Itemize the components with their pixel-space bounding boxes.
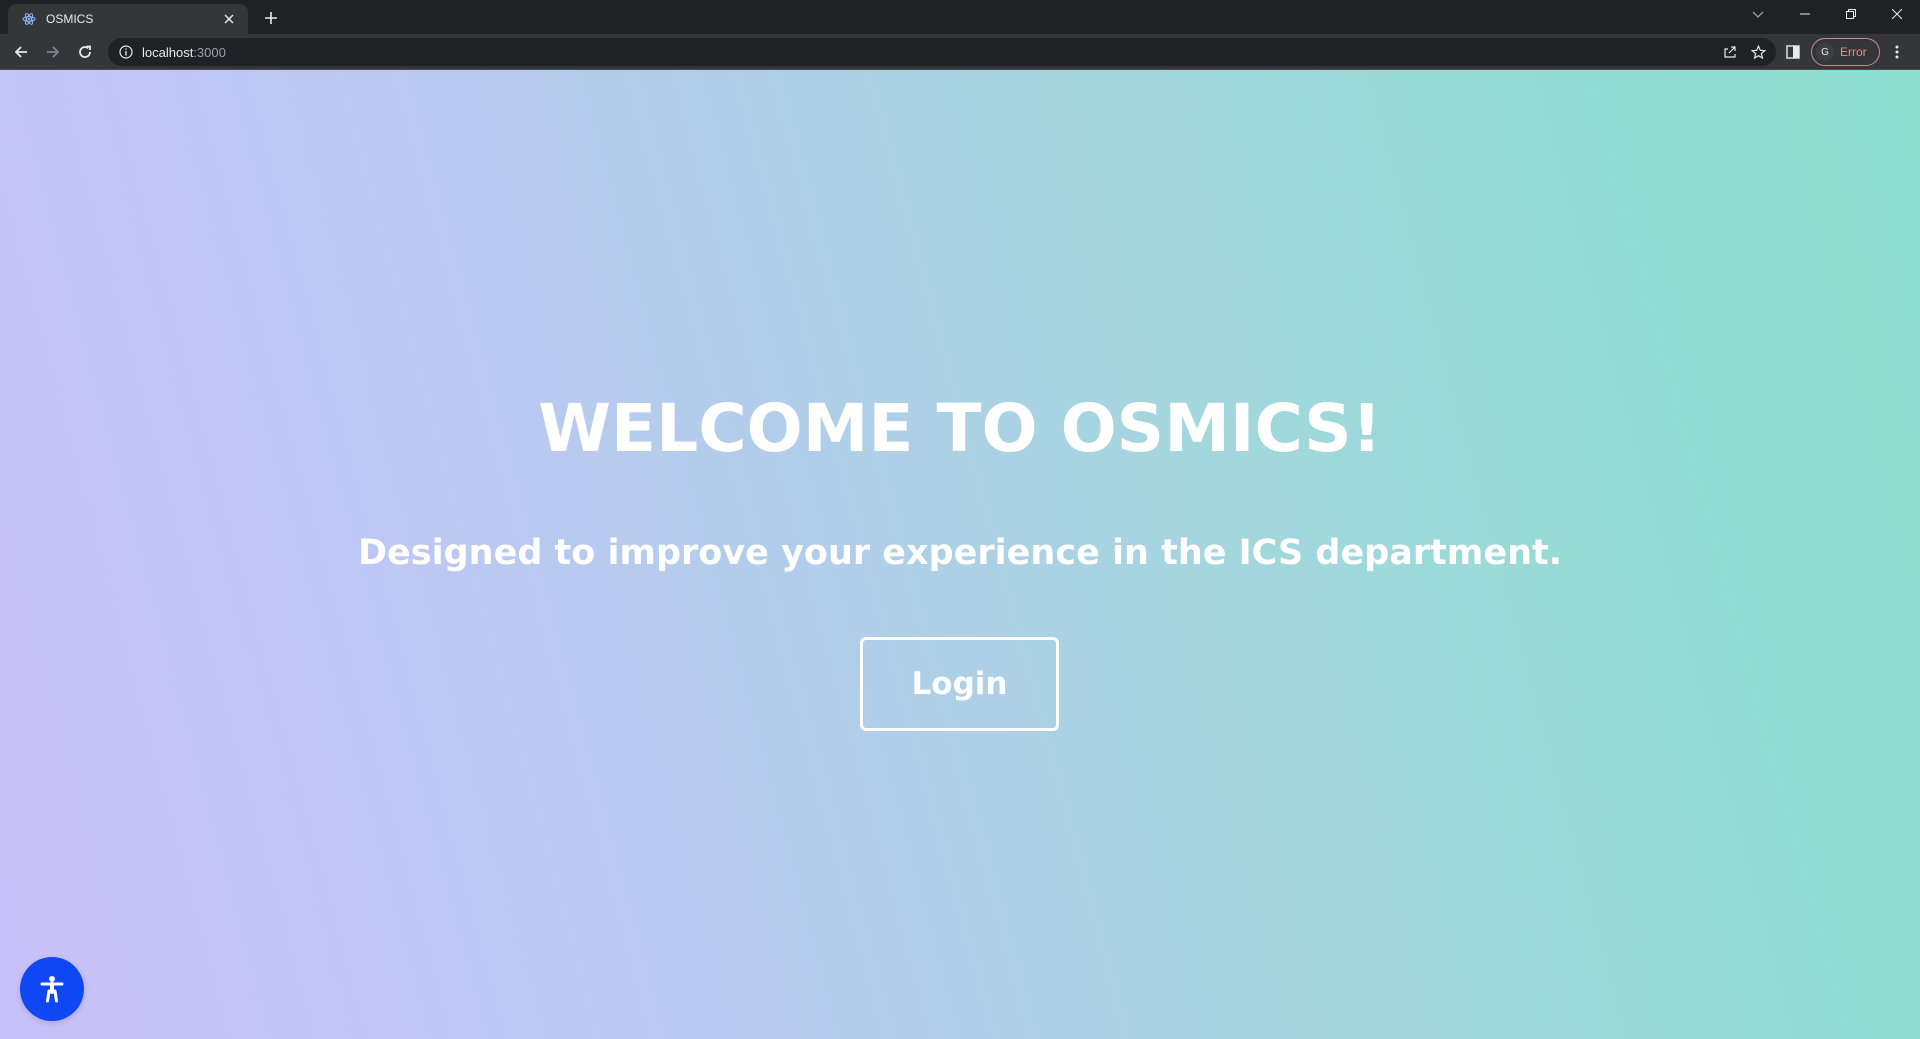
close-icon <box>1892 9 1902 19</box>
kebab-menu-icon <box>1895 45 1899 59</box>
back-button[interactable] <box>8 39 34 65</box>
address-bar[interactable]: localhost:3000 <box>108 38 1776 66</box>
browser-menu-button[interactable] <box>1886 41 1908 63</box>
login-button[interactable]: Login <box>860 637 1059 731</box>
accessibility-button[interactable] <box>20 957 84 1021</box>
reload-button[interactable] <box>72 39 98 65</box>
window-controls <box>1782 0 1920 28</box>
react-icon <box>22 12 36 26</box>
page-subtitle: Designed to improve your experience in t… <box>357 533 1563 573</box>
avatar: G <box>1816 43 1834 61</box>
plus-icon <box>265 12 277 24</box>
browser-toolbar: localhost:3000 G Error <box>0 34 1920 70</box>
reload-icon <box>79 45 91 58</box>
info-icon[interactable] <box>118 44 134 60</box>
restore-button[interactable] <box>1828 0 1874 28</box>
restore-icon <box>1846 9 1856 19</box>
close-window-button[interactable] <box>1874 0 1920 28</box>
tab-search-button[interactable] <box>1746 4 1770 26</box>
browser-tab[interactable]: OSMICS <box>8 4 248 34</box>
arrow-right-icon <box>47 46 60 58</box>
new-tab-button[interactable] <box>259 6 283 30</box>
minimize-icon <box>1800 13 1810 15</box>
accessibility-icon <box>40 976 64 1003</box>
close-tab-icon[interactable] <box>220 10 238 28</box>
page-content: WELCOME TO OSMICS! Designed to improve y… <box>0 70 1920 1039</box>
side-panel-icon <box>1786 45 1800 59</box>
url-port: :3000 <box>193 44 226 60</box>
forward-button[interactable] <box>40 39 66 65</box>
share-icon[interactable] <box>1720 42 1740 62</box>
side-panel-button[interactable] <box>1782 41 1804 63</box>
profile-status: Error <box>1840 45 1867 59</box>
tab-strip: OSMICS <box>0 0 1920 34</box>
profile-button[interactable]: G Error <box>1811 38 1880 66</box>
arrow-left-icon <box>14 46 27 58</box>
page-title: WELCOME TO OSMICS! <box>538 390 1382 467</box>
star-icon[interactable] <box>1748 42 1768 62</box>
chevron-down-icon <box>1752 11 1764 18</box>
omnibox-actions <box>1720 42 1768 62</box>
url-host: localhost <box>142 44 194 60</box>
tab-title: OSMICS <box>46 12 94 26</box>
minimize-button[interactable] <box>1782 0 1828 28</box>
